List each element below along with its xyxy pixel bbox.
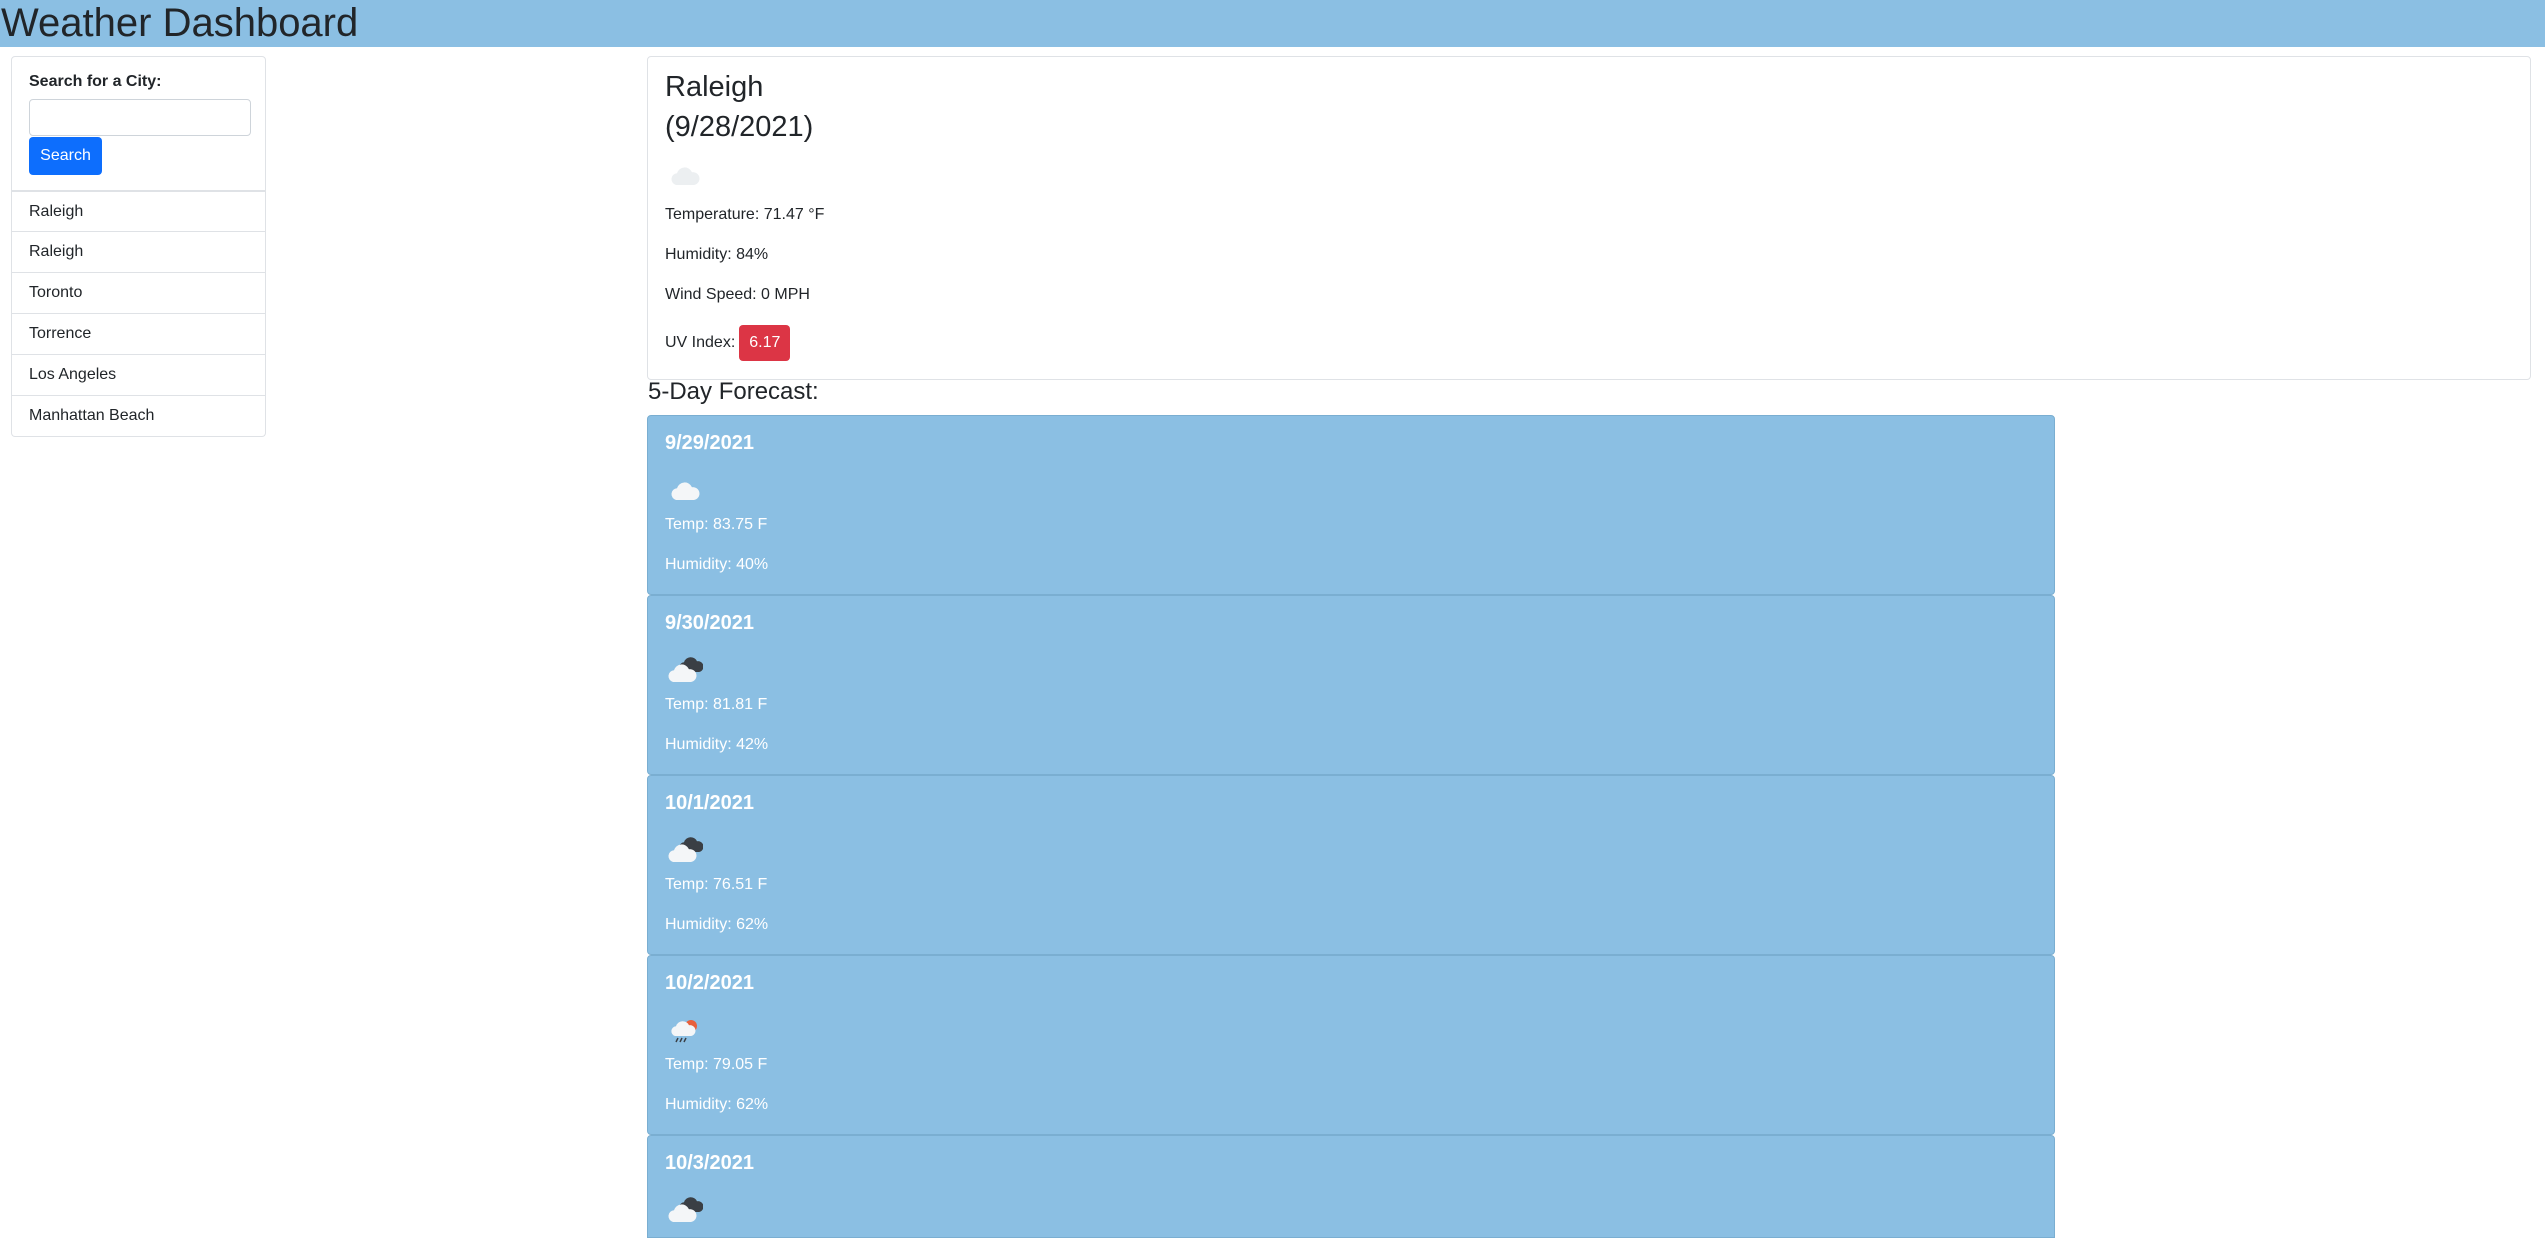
broken-clouds-icon <box>668 657 703 682</box>
current-wind-speed: Wind Speed: 0 MPH <box>665 286 810 303</box>
forecast-humidity: Humidity: 40% <box>665 556 769 573</box>
current-temperature: Temperature: 71.47 °F <box>665 206 825 223</box>
forecast-date: 10/3/2021 <box>665 1152 754 1174</box>
history-item-manhattan-beach[interactable]: Manhattan Beach <box>11 396 266 437</box>
forecast-card: 10/1/2021 Temp: 76.51 F Humidity: 62% <box>647 775 2055 955</box>
forecast-card: 10/2/2021 Temp: 79.05 F Humidity: 62% <box>647 955 2055 1135</box>
current-date: (9/28/2021) <box>665 111 814 143</box>
current-city-name: Raleigh <box>665 71 764 103</box>
forecast-title: 5-Day Forecast: <box>648 378 819 405</box>
forecast-temp: Temp: 79.05 F <box>665 1056 768 1073</box>
cloud-icon <box>671 167 700 185</box>
history-item-raleigh[interactable]: Raleigh <box>11 191 266 232</box>
app-header: Weather Dashboard <box>0 0 2545 47</box>
forecast-humidity: Humidity: 62% <box>665 916 769 933</box>
cloud-icon <box>671 482 700 500</box>
city-search-input[interactable] <box>29 99 251 136</box>
current-uv-row: UV Index: 6.17 <box>665 325 791 361</box>
broken-clouds-icon <box>668 1197 703 1222</box>
history-item-torrence[interactable]: Torrence <box>11 314 266 355</box>
history-item-raleigh-2[interactable]: Raleigh <box>11 232 266 273</box>
page-title: Weather Dashboard <box>1 1 359 45</box>
forecast-card: 9/29/2021 Temp: 83.75 F Humidity: 40% <box>647 415 2055 595</box>
forecast-humidity: Humidity: 62% <box>665 1096 769 1113</box>
rain-sun-icon <box>671 1020 697 1043</box>
search-history-list: Raleigh Raleigh Toronto Torrence Los Ang… <box>11 191 266 437</box>
forecast-temp: Temp: 81.81 F <box>665 696 768 713</box>
forecast-date: 9/29/2021 <box>665 432 754 454</box>
forecast-date: 10/2/2021 <box>665 972 754 994</box>
uv-index-badge: 6.17 <box>739 325 791 361</box>
uv-index-label: UV Index: <box>665 334 736 352</box>
current-humidity: Humidity: 84% <box>665 246 769 263</box>
forecast-date: 10/1/2021 <box>665 792 754 814</box>
history-item-toronto[interactable]: Toronto <box>11 273 266 314</box>
history-item-los-angeles[interactable]: Los Angeles <box>11 355 266 396</box>
forecast-date: 9/30/2021 <box>665 612 754 634</box>
forecast-card: 9/30/2021 Temp: 81.81 F Humidity: 42% <box>647 595 2055 775</box>
forecast-temp: Temp: 83.75 F <box>665 516 768 533</box>
search-label: Search for a City: <box>29 73 162 90</box>
search-button[interactable]: Search <box>29 137 102 175</box>
forecast-card: 10/3/2021 <box>647 1135 2055 1238</box>
forecast-temp: Temp: 76.51 F <box>665 876 768 893</box>
forecast-humidity: Humidity: 42% <box>665 736 769 753</box>
broken-clouds-icon <box>668 837 703 862</box>
current-weather-card: Raleigh (9/28/2021) Temperature: 71.47 °… <box>647 56 2531 380</box>
search-panel: Search for a City: Search <box>11 56 266 191</box>
